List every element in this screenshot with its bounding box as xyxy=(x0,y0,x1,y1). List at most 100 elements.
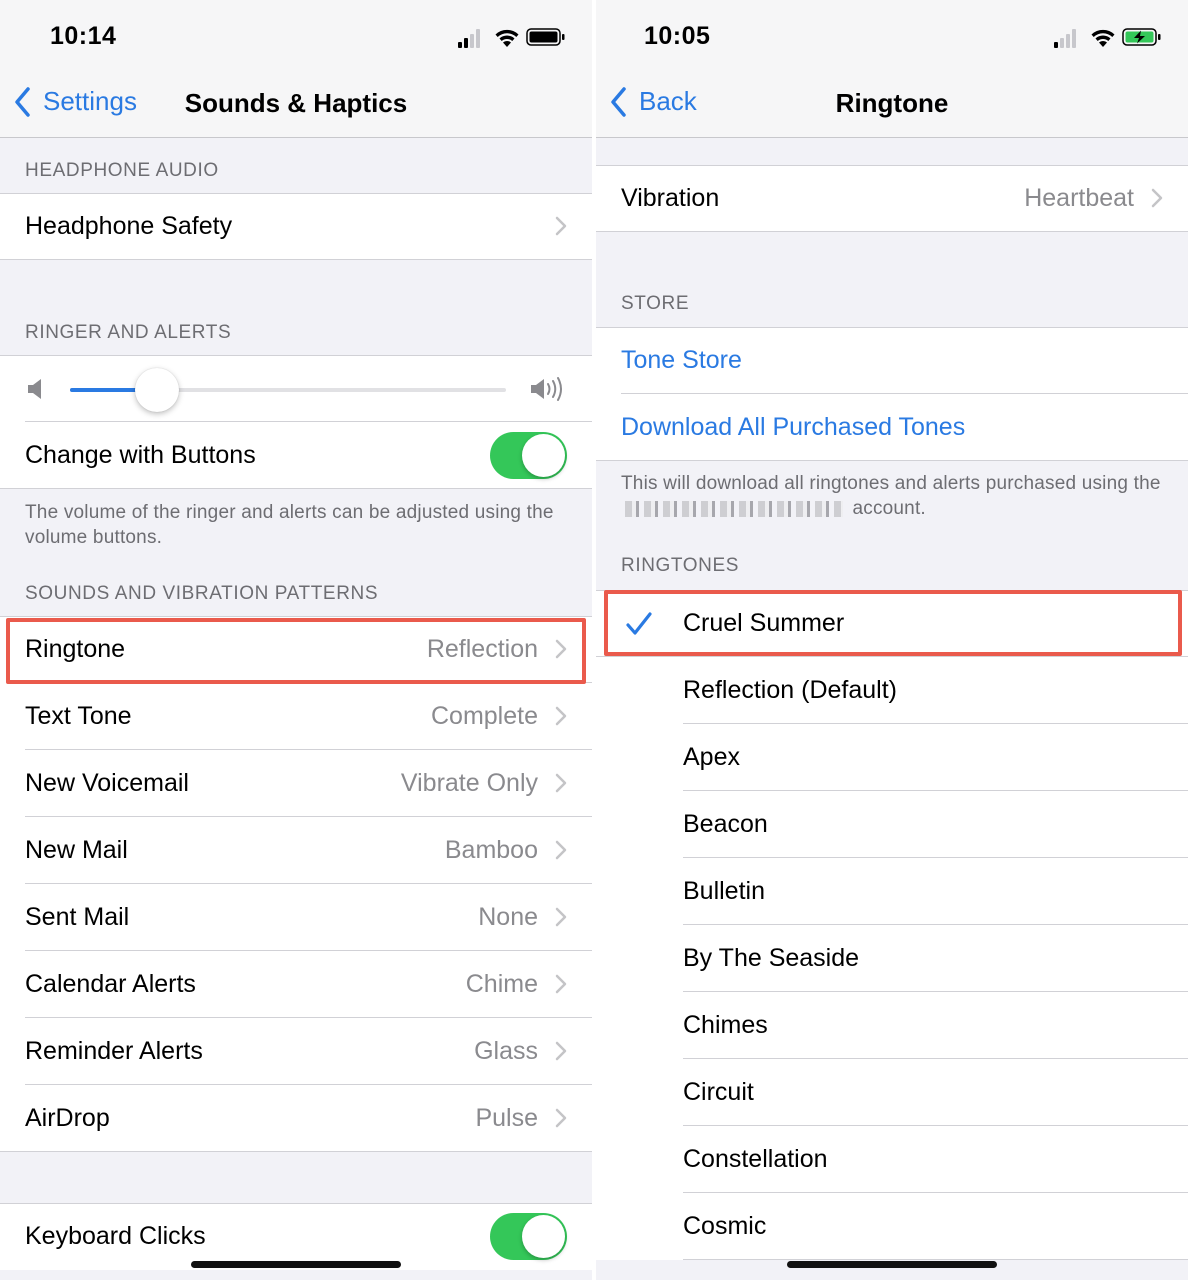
download-all-link[interactable]: Download All Purchased Tones xyxy=(621,413,965,442)
store-footer-suffix: account. xyxy=(852,498,926,519)
wifi-icon xyxy=(1091,29,1115,47)
chevron-right-icon xyxy=(555,773,567,793)
status-time: 10:05 xyxy=(644,22,711,50)
change-with-buttons-toggle[interactable] xyxy=(490,432,567,479)
redacted-account xyxy=(625,500,843,517)
home-indicator xyxy=(191,1261,401,1268)
ringtone-label: Reflection (Default) xyxy=(683,676,897,704)
sound-row-value: Bamboo xyxy=(444,836,538,864)
section-header-ringtones: RINGTONES xyxy=(621,555,740,576)
section-header-headphone-audio: HEADPHONE AUDIO xyxy=(25,160,219,181)
sound-row-label: Sent Mail xyxy=(25,903,130,931)
chevron-right-icon xyxy=(1151,188,1163,208)
volume-slider[interactable] xyxy=(70,368,506,412)
sound-row-sent-mail[interactable]: Sent Mail None xyxy=(0,884,592,951)
keyboard-clicks-row: Keyboard Clicks xyxy=(0,1203,592,1270)
vibration-label: Vibration xyxy=(621,184,720,212)
battery-icon xyxy=(526,28,565,46)
chevron-right-icon xyxy=(555,706,567,726)
keyboard-clicks-toggle[interactable] xyxy=(490,1213,567,1260)
headphone-safety-row[interactable]: Headphone Safety xyxy=(0,193,592,260)
ringtone-label: Apex xyxy=(683,743,740,771)
ringtone-row[interactable]: Reflection (Default) xyxy=(596,657,1188,724)
sound-row-label: AirDrop xyxy=(25,1104,110,1132)
vibration-row[interactable]: Vibration Heartbeat xyxy=(596,165,1188,232)
keyboard-clicks-label: Keyboard Clicks xyxy=(25,1222,206,1250)
page-title: Sounds & Haptics xyxy=(0,88,592,119)
sound-row-label: New Voicemail xyxy=(25,769,189,797)
status-time: 10:14 xyxy=(50,22,117,50)
ringtone-label: Cosmic xyxy=(683,1212,767,1240)
ringtone-label: By The Seaside xyxy=(683,944,860,972)
sound-row-value: Glass xyxy=(474,1037,538,1065)
page-title: Ringtone xyxy=(596,88,1188,119)
ringtone-row[interactable]: Beacon xyxy=(596,791,1188,858)
speaker-high-icon xyxy=(531,377,562,401)
chevron-right-icon xyxy=(555,1041,567,1061)
chevron-right-icon xyxy=(555,974,567,994)
ringer-footer: The volume of the ringer and alerts can … xyxy=(25,502,554,548)
sounds-haptics-screen: 10:14 Settings Sounds & Haptics HEADPHON… xyxy=(0,0,592,1280)
ringtone-screen: 10:05 Back Ringtone Vibration Heartbeat … xyxy=(596,0,1188,1280)
ringtone-highlight-box xyxy=(6,618,586,684)
tone-store-link[interactable]: Tone Store xyxy=(621,346,742,375)
section-header-ringer: RINGER AND ALERTS xyxy=(25,322,232,343)
sound-row-new-mail[interactable]: New Mail Bamboo xyxy=(0,817,592,884)
ringtone-row[interactable]: Apex xyxy=(596,724,1188,791)
home-indicator xyxy=(787,1261,997,1268)
store-footer: This will download all ringtones and ale… xyxy=(621,471,1171,521)
section-header-store: STORE xyxy=(621,293,690,314)
battery-charging-icon xyxy=(1122,28,1161,46)
ringtone-label: Circuit xyxy=(683,1078,754,1106)
speaker-low-icon xyxy=(28,379,41,399)
ringtone-row[interactable]: Cosmic xyxy=(596,1193,1188,1260)
sound-row-text-tone[interactable]: Text Tone Complete xyxy=(0,683,592,750)
ringtone-row[interactable]: Chimes xyxy=(596,992,1188,1059)
sound-row-value: None xyxy=(478,903,538,931)
ringtone-row[interactable]: By The Seaside xyxy=(596,925,1188,992)
sound-row-value: Complete xyxy=(431,702,538,730)
chevron-right-icon xyxy=(555,216,567,236)
ringtone-label: Constellation xyxy=(683,1145,828,1173)
sound-row-value: Chime xyxy=(465,970,538,998)
volume-slider-row xyxy=(0,355,592,422)
wifi-icon xyxy=(495,29,519,47)
sound-row-label: Reminder Alerts xyxy=(25,1037,203,1065)
chevron-right-icon xyxy=(555,907,567,927)
sound-row-label: New Mail xyxy=(25,836,128,864)
sound-row-reminder-alerts[interactable]: Reminder Alerts Glass xyxy=(0,1018,592,1085)
ringtone-row[interactable]: Circuit xyxy=(596,1059,1188,1126)
page-title-text: Ringtone xyxy=(835,88,949,118)
page-title-text: Sounds & Haptics xyxy=(184,88,408,118)
sound-row-new-voicemail[interactable]: New Voicemail Vibrate Only xyxy=(0,750,592,817)
download-all-row[interactable]: Download All Purchased Tones xyxy=(596,394,1188,461)
nav-bar: 10:05 Back Ringtone xyxy=(596,0,1188,138)
sound-row-airdrop[interactable]: AirDrop Pulse xyxy=(0,1085,592,1152)
status-icons xyxy=(1054,26,1162,50)
headphone-safety-label: Headphone Safety xyxy=(25,212,233,240)
sound-row-calendar-alerts[interactable]: Calendar Alerts Chime xyxy=(0,951,592,1018)
ringtone-label: Chimes xyxy=(683,1011,768,1039)
vibration-value: Heartbeat xyxy=(1024,184,1134,212)
sound-row-label: Calendar Alerts xyxy=(25,970,196,998)
sound-row-value: Vibrate Only xyxy=(400,769,538,797)
chevron-right-icon xyxy=(555,1108,567,1128)
cellular-signal-icon xyxy=(1054,29,1076,48)
cruel-summer-highlight-box xyxy=(604,590,1182,656)
sound-row-value: Pulse xyxy=(475,1104,538,1132)
cellular-signal-icon xyxy=(458,29,480,48)
chevron-right-icon xyxy=(555,840,567,860)
status-icons xyxy=(458,26,566,50)
nav-bar: 10:14 Settings Sounds & Haptics xyxy=(0,0,592,138)
sound-row-label: Text Tone xyxy=(25,702,132,730)
ringtone-label: Beacon xyxy=(683,810,768,838)
change-with-buttons-row: Change with Buttons xyxy=(0,422,592,489)
volume-slider-thumb[interactable] xyxy=(135,368,180,412)
ringtone-row[interactable]: Bulletin xyxy=(596,858,1188,925)
ringtone-row[interactable]: Constellation xyxy=(596,1126,1188,1193)
change-with-buttons-label: Change with Buttons xyxy=(25,441,256,469)
section-header-sounds: SOUNDS AND VIBRATION PATTERNS xyxy=(25,583,379,604)
tone-store-row[interactable]: Tone Store xyxy=(596,327,1188,394)
store-footer-prefix: This will download all ringtones and ale… xyxy=(621,473,1161,494)
ringtone-label: Bulletin xyxy=(683,877,765,905)
